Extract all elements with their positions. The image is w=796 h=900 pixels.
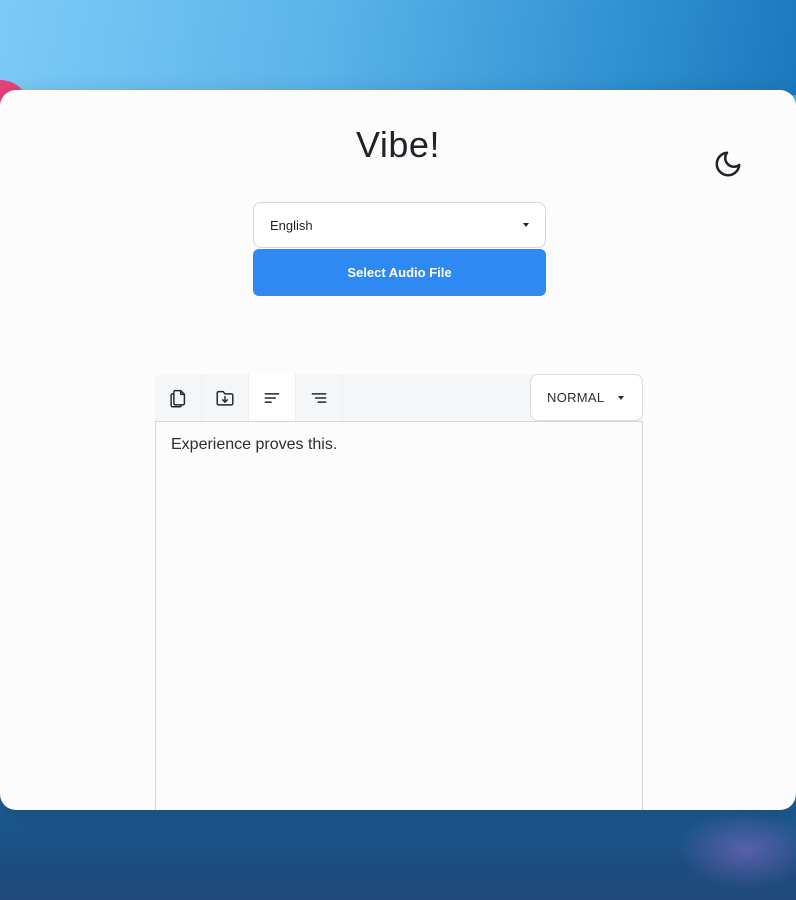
download-button[interactable] [202,374,249,421]
copy-button[interactable] [155,374,202,421]
app-window: Vibe! English Select Audio File NORMAL E… [0,90,796,810]
theme-toggle-button[interactable] [708,146,748,182]
align-right-button[interactable] [296,374,343,421]
select-audio-file-button[interactable]: Select Audio File [253,249,546,296]
background-top [0,0,796,95]
chevron-down-icon [523,223,529,227]
align-left-button[interactable] [249,374,296,421]
copy-icon [170,389,186,407]
transcript-text: Experience proves this. [171,436,338,453]
format-select-value: NORMAL [547,390,605,405]
chevron-down-icon [618,395,625,400]
align-left-icon [264,392,280,403]
transcript-text-area[interactable]: Experience proves this. [155,421,643,810]
language-select[interactable]: English [253,202,546,248]
language-select-value: English [270,217,313,233]
moon-icon [715,151,741,177]
background-bottom [0,800,796,900]
app-title: Vibe! [356,124,440,165]
format-select[interactable]: NORMAL [530,374,643,421]
align-right-icon [311,392,327,403]
transcript-toolbar: NORMAL [155,374,643,421]
folder-download-icon [216,390,234,406]
